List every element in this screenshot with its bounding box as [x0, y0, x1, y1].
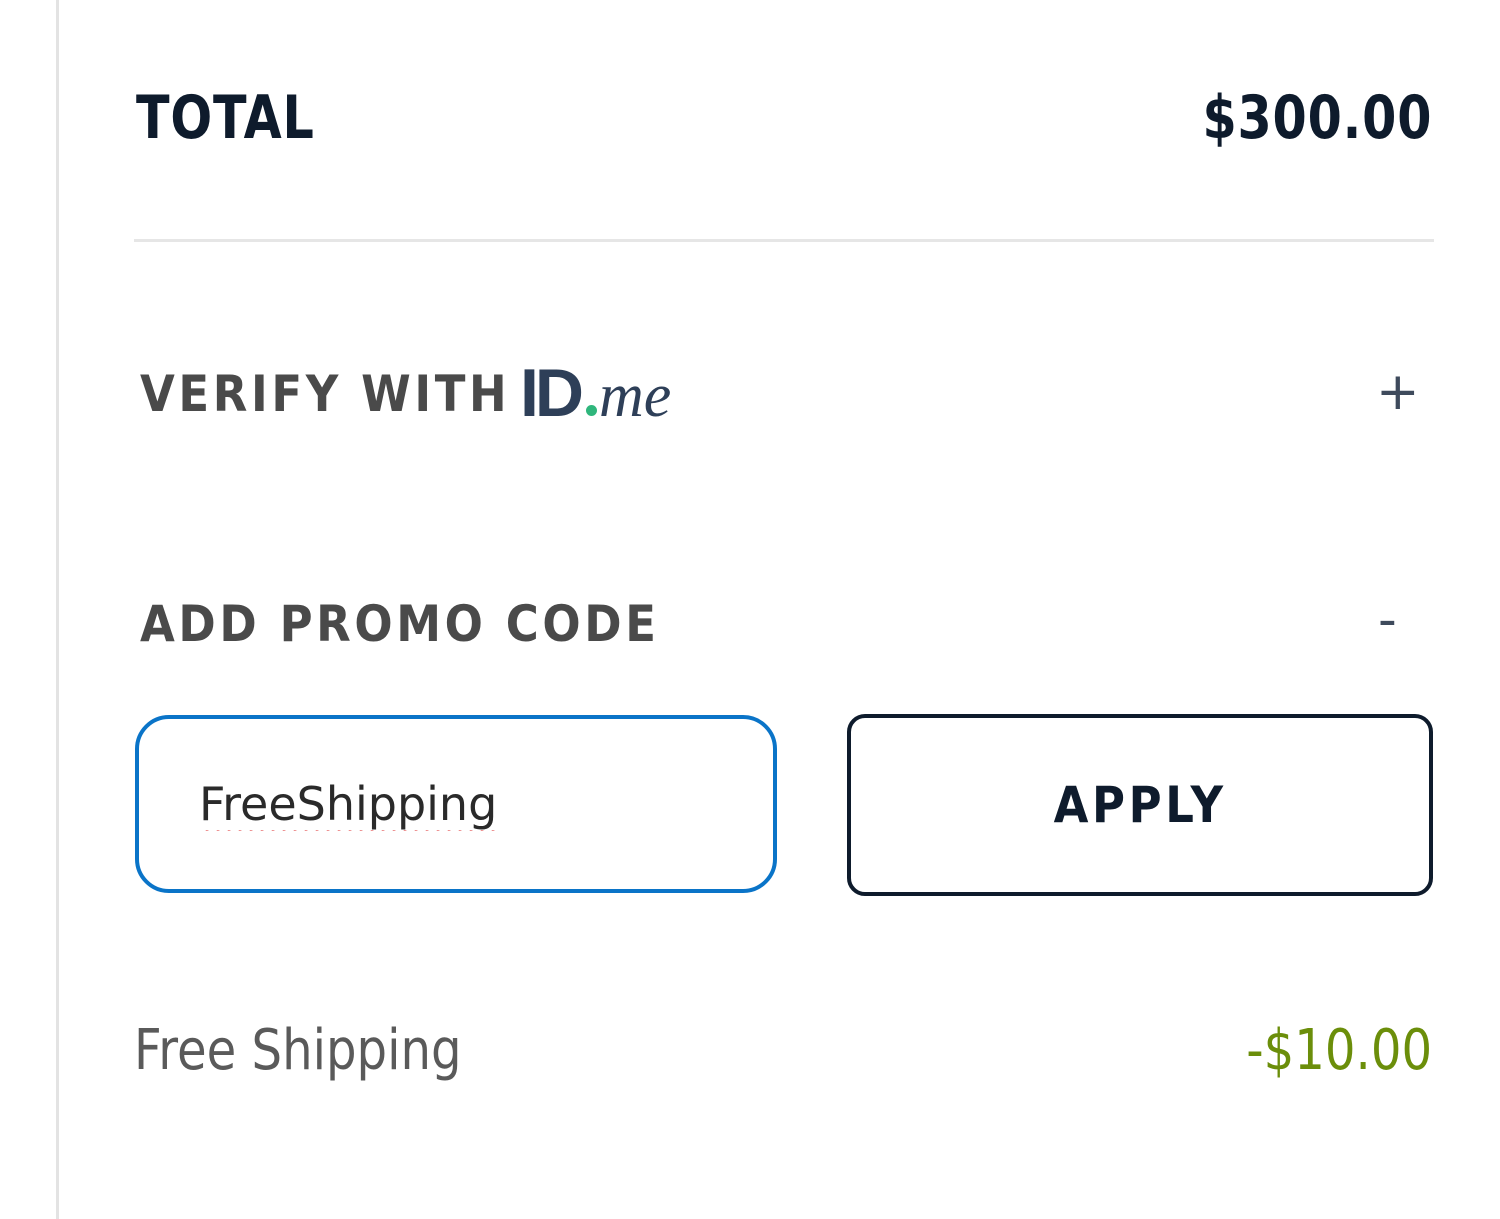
total-label: TOTAL — [136, 83, 315, 153]
verify-expand-toggle[interactable]: + — [1376, 362, 1420, 422]
panel-left-border — [56, 0, 59, 1219]
idme-logo-id: ID — [520, 355, 584, 431]
apply-button-label: APPLY — [1053, 776, 1227, 834]
discount-value: -$10.00 — [1246, 1018, 1432, 1083]
promo-code-input[interactable] — [135, 715, 777, 893]
add-promo-code-label[interactable]: ADD PROMO CODE — [140, 594, 660, 654]
order-summary-panel: TOTAL $300.00 VERIFY WITH ID me + ADD PR… — [0, 0, 1500, 1219]
apply-button[interactable]: APPLY — [847, 714, 1433, 896]
discount-label: Free Shipping — [134, 1018, 462, 1083]
total-value: $300.00 — [1202, 83, 1432, 153]
verify-with-label[interactable]: VERIFY WITH — [140, 364, 510, 424]
idme-logo-dot — [586, 405, 597, 416]
idme-logo[interactable]: ID me — [520, 355, 672, 431]
summary-divider — [134, 239, 1434, 242]
idme-logo-me: me — [599, 362, 672, 430]
promo-collapse-toggle[interactable]: - — [1378, 590, 1397, 650]
